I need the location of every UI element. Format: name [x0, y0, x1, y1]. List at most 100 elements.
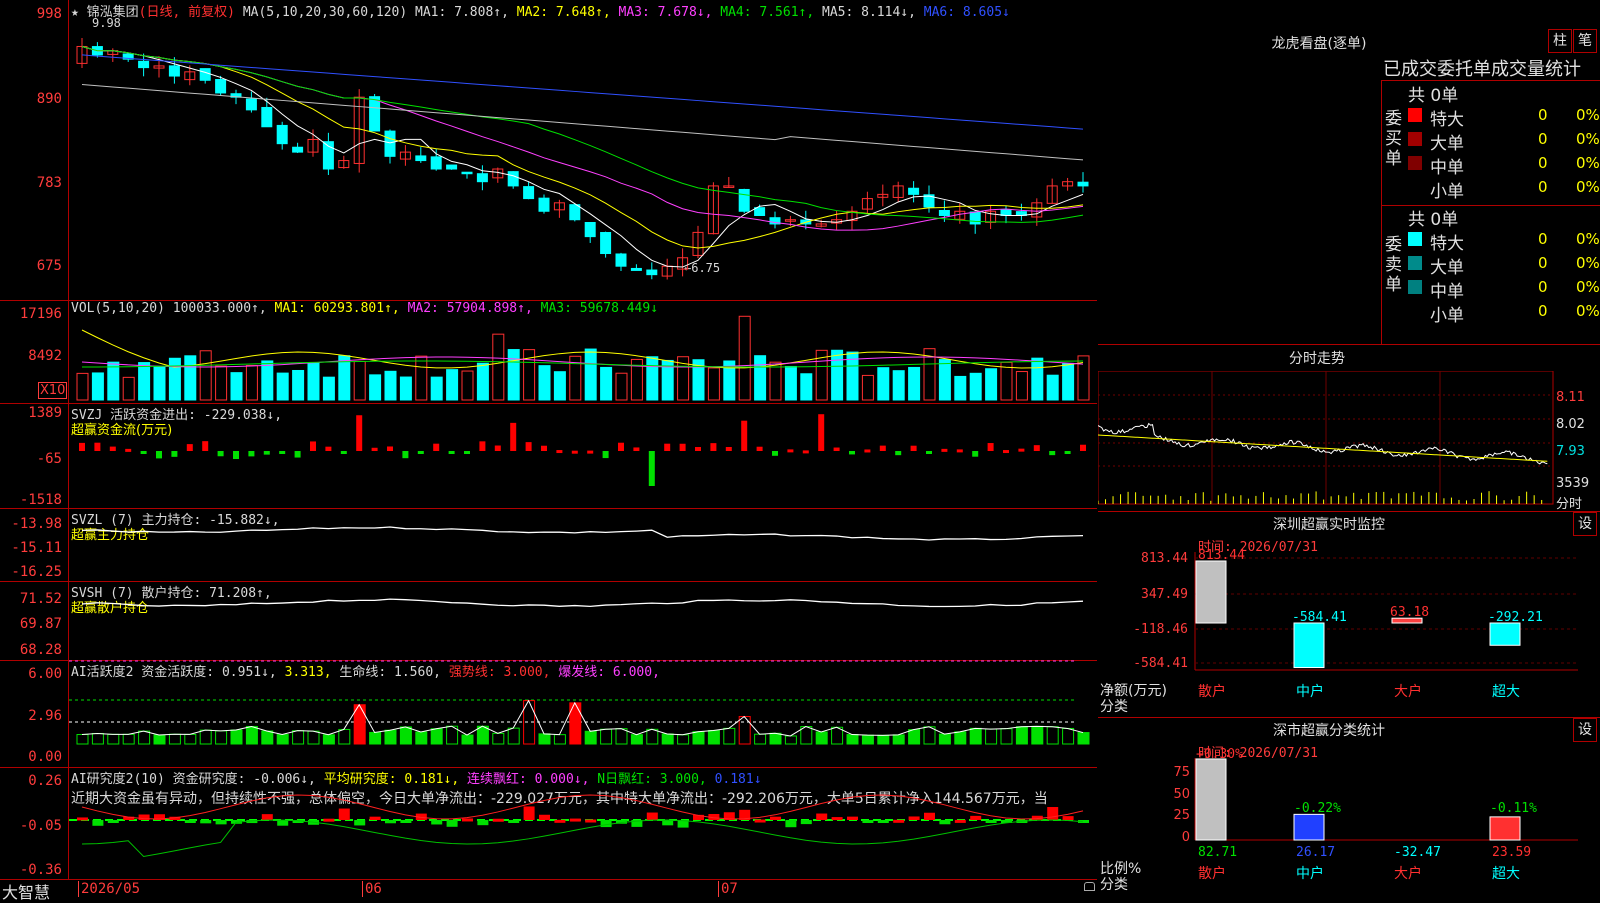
volume-bar	[1062, 362, 1075, 401]
flow-bar	[895, 451, 902, 456]
ai-activity-axis: 6.00 2.96 0.00	[0, 660, 69, 767]
activity-bar	[461, 734, 474, 745]
flow-bar	[710, 443, 717, 451]
candle	[600, 232, 612, 255]
activity-bar	[1015, 726, 1028, 745]
activity-bar	[692, 731, 705, 745]
retail-chart[interactable]	[69, 581, 1097, 660]
color-swatch	[1408, 256, 1422, 270]
activity-bar	[754, 733, 767, 745]
row-label: 大单	[1430, 134, 1464, 154]
y-tick: -1518	[19, 492, 62, 508]
sz-monitor-panel[interactable]: 深圳超赢实时监控 设 时间: 2026/07/31 813.44 347.49 -1…	[1098, 512, 1600, 718]
volume-bar	[938, 359, 951, 401]
activity-bar	[738, 716, 751, 745]
activity-bar	[1031, 725, 1044, 745]
flow-bar	[941, 448, 948, 452]
volume-bar	[415, 355, 428, 401]
volume-bar	[985, 368, 998, 401]
main-force-chart[interactable]	[69, 508, 1097, 581]
flow-bar	[833, 447, 840, 451]
activity-bar	[969, 727, 982, 745]
svzj-axis: 1389 -65 -1518	[0, 403, 69, 508]
row-pct: 0%	[1576, 254, 1600, 272]
candle	[646, 269, 658, 276]
y-tick: 2.96	[28, 708, 62, 724]
volume-bar	[338, 355, 351, 401]
fs-unit: 分时	[1556, 497, 1583, 512]
volume-bar	[769, 361, 782, 401]
activity-bar	[908, 729, 921, 745]
research-bar	[831, 817, 843, 821]
volume-bar	[261, 360, 274, 401]
flow-bar	[787, 449, 794, 453]
volume-chart[interactable]	[69, 300, 1097, 403]
price-axis: 998 890 783 675	[0, 0, 69, 300]
volume-bar	[430, 376, 443, 401]
row-count: 0	[1538, 154, 1548, 172]
sz-category-panel[interactable]: 深市超赢分类统计 设 时间: 2026/07/31 75 50 25 0 82.71 散户…	[1098, 718, 1600, 900]
tick-mode-button[interactable]: 笔	[1573, 29, 1597, 53]
sz-axis-label2: 分类	[1100, 699, 1128, 715]
flow-bar	[618, 442, 624, 451]
fund-flow-chart[interactable]	[69, 403, 1097, 508]
y-tick: 6.00	[28, 666, 62, 682]
green-line	[81, 819, 1084, 858]
flow-bar	[1080, 444, 1086, 451]
color-swatch	[1408, 304, 1422, 318]
flow-bar	[926, 451, 932, 454]
ai-research-panel[interactable]: 0.26 -0.05 -0.36 AI研究度2(10) 资金研究度: -0.00…	[0, 767, 1097, 880]
row-label: 小单	[1430, 182, 1464, 202]
row-label: 特大	[1430, 234, 1464, 254]
intraday-chart[interactable]	[1098, 371, 1600, 511]
activity-bar	[892, 734, 905, 745]
ai-activity-panel[interactable]: 6.00 2.96 0.00 AI活跃度2 资金活跃度: 0.951↓, 3.3…	[0, 660, 1097, 768]
research-bar	[107, 820, 119, 823]
flow-bar	[756, 446, 763, 451]
candle	[569, 204, 581, 221]
candle	[415, 155, 427, 162]
activity-chart[interactable]	[69, 660, 1097, 767]
svzj-panel[interactable]: 1389 -65 -1518 SVZJ 活跃资金进出: -229.038↓, 超…	[0, 403, 1097, 509]
intraday-panel[interactable]: 分时走势 8.11 8.02 7.93 3539 分时	[1098, 345, 1600, 512]
row-pct: 0%	[1576, 278, 1600, 296]
flow-bar	[79, 442, 85, 451]
activity-bar	[938, 733, 951, 745]
order-row: 大单 0 0%	[1408, 129, 1600, 154]
candle	[446, 164, 458, 170]
activity-bar	[784, 735, 797, 745]
kline-panel[interactable]: 998 890 783 675 ★ 锦泓集团(日线, 前复权) MA(5,10,…	[0, 0, 1097, 301]
category-label: 大户	[1394, 865, 1422, 882]
brand-logo[interactable]: 大智慧	[2, 879, 50, 903]
flow-bar	[310, 441, 316, 451]
ratio-chart[interactable]: 75 50 25 0 82.71 散户 26.17 中户 -32.47 大户 23.59 超大 +0.3…	[1098, 718, 1600, 900]
research-chart[interactable]	[69, 767, 1097, 879]
ratio-pct: +0.30%	[1196, 747, 1243, 762]
research-bar	[569, 818, 581, 822]
flow-bar	[109, 446, 116, 451]
activity-bar	[723, 727, 736, 745]
research-bar	[877, 820, 889, 823]
net-flow-chart[interactable]: 813.44 347.49 -118.46 -584.41 813.44 散户 -584.4…	[1098, 512, 1600, 717]
research-bar	[554, 819, 566, 823]
row-count: 0	[1538, 278, 1548, 296]
y-tick: 71.52	[19, 591, 62, 607]
lock-icon[interactable]	[1084, 882, 1095, 891]
flow-bar	[541, 445, 547, 451]
volume-panel[interactable]: 17196 8492 X10 VOL(5,10,20) 100033.000↑,…	[0, 300, 1097, 404]
flow-bar	[233, 451, 239, 460]
bar-mode-button[interactable]: 柱	[1548, 29, 1572, 53]
candlestick-chart[interactable]	[69, 0, 1097, 300]
volume-bar	[538, 365, 551, 401]
activity-bar	[646, 728, 659, 745]
svsh-panel[interactable]: 71.52 69.87 68.28 SVSH (7) 散户持仓: 71.208↑…	[0, 581, 1097, 661]
candle	[507, 171, 519, 187]
svzl-panel[interactable]: -13.98 -15.11 -16.25 SVZL (7) 主力持仓: -15.…	[0, 508, 1097, 582]
buy-label: 委买单	[1385, 109, 1402, 169]
candle	[538, 197, 550, 212]
flow-bar	[725, 447, 732, 451]
activity-bar	[76, 734, 89, 745]
volume-bar	[600, 366, 613, 401]
activity-bar	[954, 731, 967, 745]
research-bar	[970, 815, 982, 820]
